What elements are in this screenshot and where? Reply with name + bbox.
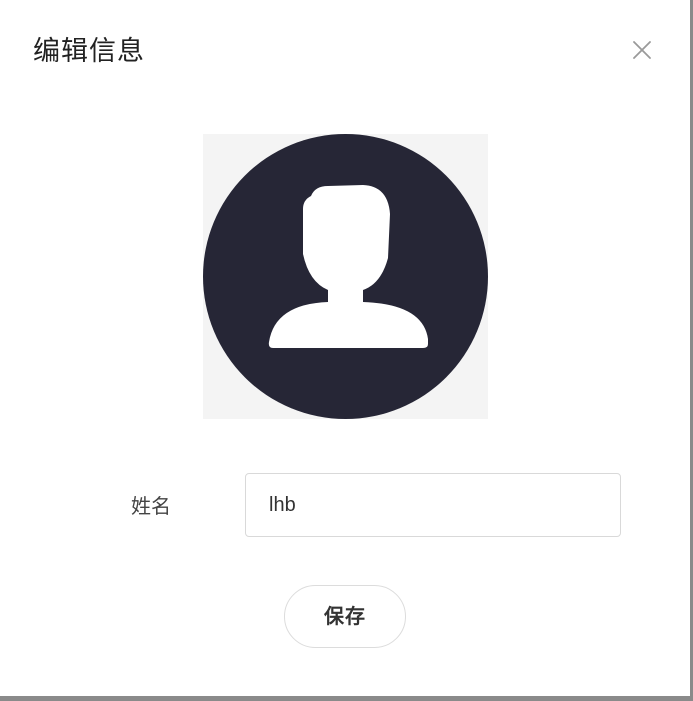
user-avatar-icon [203, 134, 488, 419]
name-label: 姓名 [131, 494, 171, 518]
edit-info-dialog: 编辑信息 姓名 保存 [0, 0, 690, 696]
close-button[interactable] [626, 34, 658, 66]
avatar[interactable] [203, 134, 488, 419]
name-input[interactable] [245, 473, 621, 537]
save-button[interactable]: 保存 [284, 585, 406, 648]
close-icon [633, 41, 651, 59]
dialog-title: 编辑信息 [33, 36, 145, 67]
